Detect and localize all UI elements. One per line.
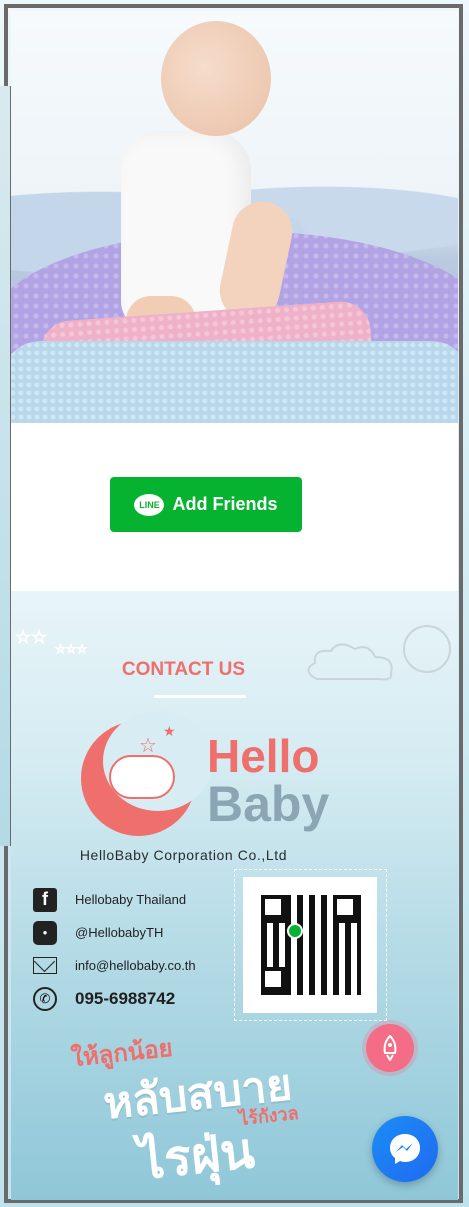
contact-list: f Hellobaby Thailand ● @HellobabyTH info… bbox=[33, 883, 196, 1015]
email-text: info@hellobaby.co.th bbox=[75, 958, 196, 973]
star-icon: ☆ bbox=[139, 735, 157, 757]
hellobaby-logo: ☆ ★ Hello Baby bbox=[81, 711, 341, 841]
sleeping-baby-icon bbox=[109, 755, 175, 799]
title-underline bbox=[154, 695, 246, 698]
blue-blanket bbox=[11, 341, 458, 423]
add-friends-label: Add Friends bbox=[172, 494, 278, 514]
messenger-icon bbox=[390, 1134, 420, 1164]
facebook-text: Hellobaby Thailand bbox=[75, 892, 187, 907]
line-qr-code[interactable] bbox=[243, 877, 377, 1013]
mail-icon bbox=[33, 957, 57, 974]
contact-section: ☆☆ ☆☆☆ CONTACT US ☆ ★ Hello Baby HelloBa… bbox=[11, 571, 458, 1200]
star-icon: ★ bbox=[163, 723, 176, 739]
line-icon: ● bbox=[33, 920, 57, 945]
cloud-edge bbox=[11, 571, 458, 591]
logo-baby-text: Baby bbox=[207, 776, 330, 832]
sun-icon bbox=[403, 625, 451, 673]
line-text: @HellobabyTH bbox=[75, 925, 164, 940]
hero-image bbox=[11, 11, 458, 423]
company-name: HelloBaby Corporation Co.,Ltd bbox=[79, 847, 288, 863]
stars-decoration-icon: ☆☆ ☆☆☆ bbox=[15, 627, 88, 657]
svg-text:☆☆: ☆☆ bbox=[15, 627, 47, 648]
contact-title: CONTACT US bbox=[121, 659, 246, 680]
baby-head bbox=[161, 21, 271, 136]
qr-line-logo-icon bbox=[287, 923, 303, 939]
slogan-line-4: ไรฝุ่น bbox=[136, 1122, 258, 1190]
facebook-icon: f bbox=[33, 887, 57, 912]
phone-icon: ✆ bbox=[33, 986, 57, 1011]
svg-text:☆☆☆: ☆☆☆ bbox=[55, 642, 87, 656]
contact-line[interactable]: ● @HellobabyTH bbox=[33, 916, 196, 949]
messenger-chat-button[interactable] bbox=[372, 1116, 438, 1182]
contact-email[interactable]: info@hellobaby.co.th bbox=[33, 949, 196, 982]
mobile-page: LINE Add Friends ☆☆ ☆☆☆ CONTACT US ☆ ★ H… bbox=[11, 11, 458, 1200]
rocket-icon bbox=[383, 1035, 397, 1061]
line-section: LINE Add Friends bbox=[11, 423, 458, 573]
add-friends-button[interactable]: LINE Add Friends bbox=[110, 477, 302, 532]
line-logo-icon: LINE bbox=[134, 493, 165, 516]
contact-phone[interactable]: ✆ 095-6988742 bbox=[33, 982, 196, 1015]
contact-facebook[interactable]: f Hellobaby Thailand bbox=[33, 883, 196, 916]
scroll-to-top-button[interactable] bbox=[366, 1024, 414, 1072]
phone-text: 095-6988742 bbox=[75, 988, 176, 1008]
